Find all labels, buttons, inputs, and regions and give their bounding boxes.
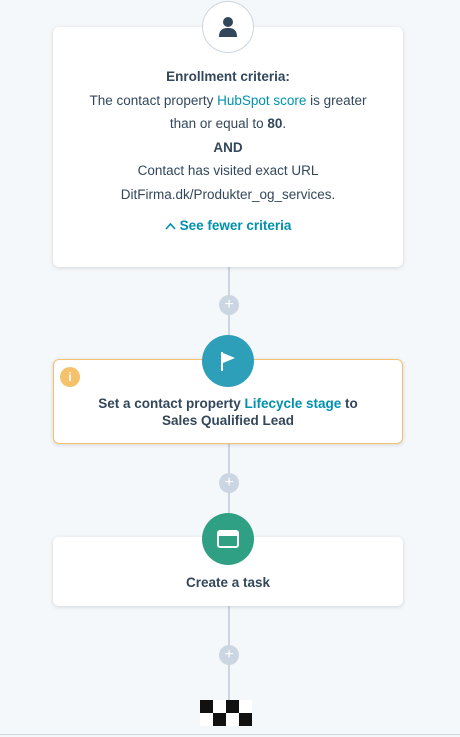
- criteria-url: DitFirma.dk/Produkter_og_services.: [120, 186, 336, 202]
- criteria-line: The contact property HubSpot score is gr…: [53, 89, 403, 113]
- info-icon[interactable]: i: [60, 367, 80, 387]
- and-label: AND: [213, 139, 243, 155]
- contact-person-icon: [202, 1, 254, 53]
- criteria-text: The contact property: [89, 92, 218, 108]
- criteria-text: .: [282, 116, 287, 131]
- criteria-line: than or equal to 80.: [53, 112, 403, 136]
- add-action-button[interactable]: +: [219, 645, 239, 665]
- see-fewer-criteria-button[interactable]: See fewer criteria: [53, 218, 403, 233]
- see-fewer-criteria-label: See fewer criteria: [179, 218, 292, 233]
- criteria-value: 80: [267, 116, 283, 131]
- criteria-text: than or equal to: [169, 116, 268, 131]
- enrollment-trigger-card[interactable]: Enrollment criteria: The contact propert…: [53, 27, 403, 267]
- flag-icon: [202, 335, 254, 387]
- enrollment-heading: Enrollment criteria:: [166, 69, 290, 84]
- hubspot-score-link[interactable]: HubSpot score: [217, 93, 306, 108]
- checkered-flag-icon: [200, 700, 252, 726]
- divider: [0, 734, 460, 735]
- task-icon: [202, 513, 254, 565]
- criteria-text: is greater: [306, 92, 367, 108]
- criteria-line: Contact has visited exact URL: [137, 163, 319, 178]
- chevron-up-icon: [164, 218, 176, 233]
- task-label: Create a task: [185, 575, 271, 590]
- action-text: to: [341, 396, 358, 411]
- add-action-button[interactable]: +: [219, 473, 239, 493]
- add-action-button[interactable]: +: [219, 295, 239, 315]
